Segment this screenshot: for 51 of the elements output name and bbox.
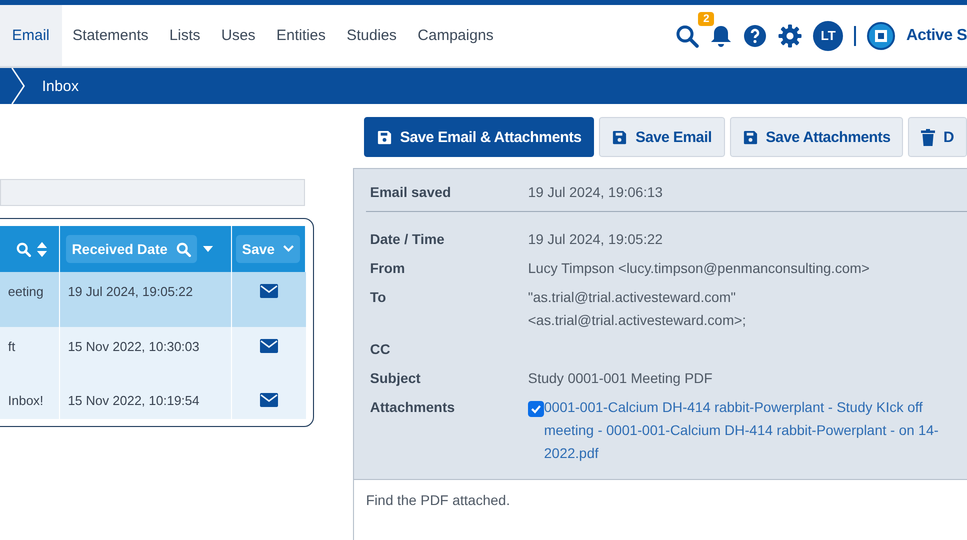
nav-tab[interactable]: Email bbox=[0, 5, 62, 66]
field-label: Email saved bbox=[370, 183, 452, 202]
notification-badge: 2 bbox=[698, 12, 714, 26]
chevron-icon bbox=[10, 68, 26, 104]
nav-tab[interactable]: Lists bbox=[159, 5, 210, 66]
envelope-icon bbox=[260, 284, 278, 298]
nav-tab[interactable]: Uses bbox=[211, 5, 266, 66]
search-field[interactable] bbox=[0, 179, 305, 206]
nav-tab[interactable]: Campaigns bbox=[408, 5, 504, 66]
field-value: 19 Jul 2024, 19:06:13 bbox=[528, 183, 663, 202]
nav-tab[interactable]: Entities bbox=[266, 5, 336, 66]
field-value: Lucy Timpson <lucy.timpson@penmanconsulting.com> bbox=[528, 259, 870, 278]
save-icon bbox=[377, 130, 392, 144]
user-avatar[interactable]: LT bbox=[813, 20, 844, 50]
email-body: Find the PDF attached. bbox=[353, 480, 967, 540]
checkbox[interactable] bbox=[528, 401, 544, 417]
sort-icon[interactable] bbox=[202, 246, 213, 252]
bell-icon[interactable] bbox=[710, 24, 732, 48]
save-icon bbox=[612, 130, 628, 144]
toolbar-button[interactable]: Save Email & Attachments bbox=[364, 117, 594, 157]
envelope-icon bbox=[260, 339, 278, 353]
logo-icon bbox=[867, 22, 896, 50]
search-icon[interactable] bbox=[675, 24, 700, 48]
search-icon[interactable] bbox=[16, 242, 31, 256]
field-label: Attachments bbox=[370, 398, 456, 417]
toolbar-button[interactable]: D bbox=[908, 117, 967, 157]
toolbar-button[interactable]: Save Attachments bbox=[730, 117, 904, 157]
brand-name: Active S bbox=[906, 26, 967, 44]
caret-icon[interactable] bbox=[282, 245, 294, 253]
save-icon bbox=[742, 130, 758, 144]
field-label: CC bbox=[370, 340, 392, 359]
table-cell: Inbox! bbox=[0, 382, 60, 419]
field-value: Study 0001-001 Meeting PDF bbox=[528, 369, 712, 388]
sort-icon[interactable] bbox=[37, 242, 47, 256]
settings-icon[interactable] bbox=[778, 24, 802, 48]
nav-tab[interactable]: Statements bbox=[62, 5, 158, 66]
field-value: 19 Jul 2024, 19:05:22 bbox=[528, 230, 663, 249]
nav-tab[interactable]: Studies bbox=[336, 5, 407, 66]
field-label: From bbox=[370, 259, 406, 278]
breadcrumb-item[interactable]: Inbox bbox=[42, 78, 79, 94]
help-icon[interactable] bbox=[743, 24, 768, 48]
field-value: "as.trial@trial.activesteward.com" <as.trial@trial.activesteward.com>; bbox=[528, 288, 746, 330]
envelope-icon bbox=[260, 393, 278, 407]
toolbar-button[interactable]: Save Email bbox=[599, 117, 725, 157]
attachment-link[interactable]: 0001-001-Calcium DH-414 rabbit-Powerplant - Study KIck off meeting - 0001-001-Calcium DH-414 rabbit-Powerplant - on 14- 2022.pdf bbox=[544, 396, 939, 465]
field-label: To bbox=[370, 288, 388, 307]
field-label: Date / Time bbox=[370, 230, 446, 249]
field-label: Subject bbox=[370, 369, 422, 388]
table-cell: 15 Nov 2022, 10:19:54 bbox=[60, 382, 232, 419]
check-icon bbox=[530, 403, 542, 415]
trash-icon bbox=[921, 128, 936, 146]
